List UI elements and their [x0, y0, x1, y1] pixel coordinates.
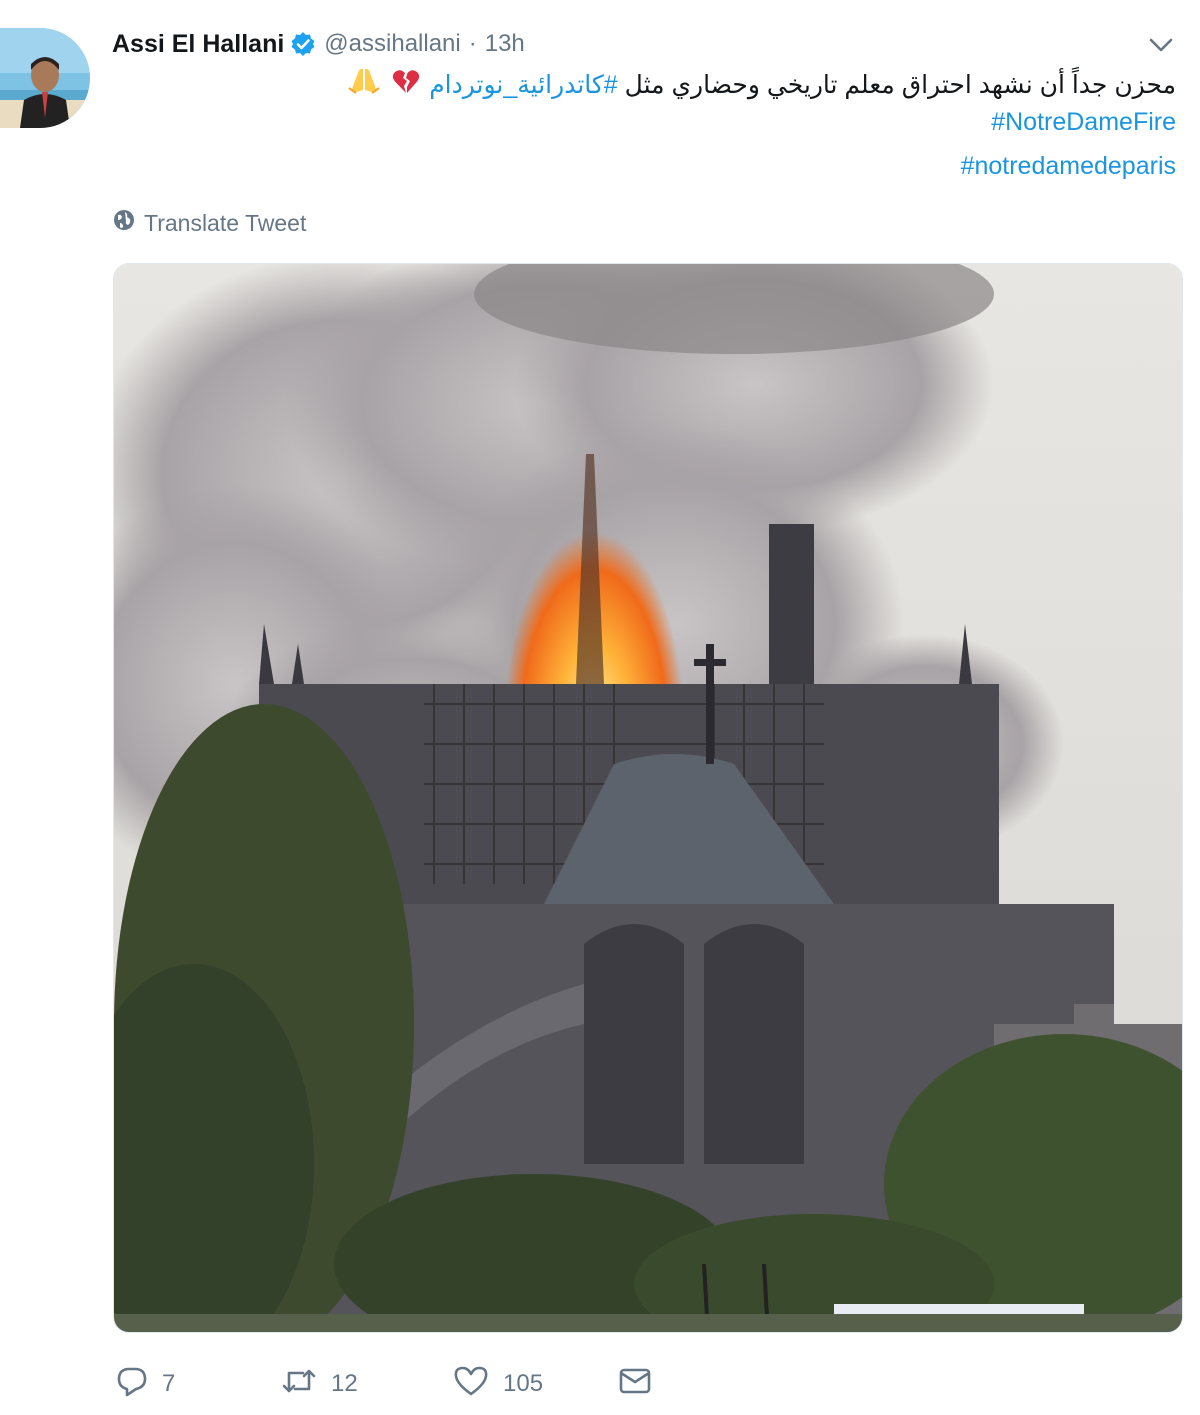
- direct-message-button[interactable]: [618, 1366, 652, 1403]
- verified-badge-icon: [290, 31, 316, 57]
- hashtag-arabic-link[interactable]: #كاتدرائية_نوتردام: [429, 71, 618, 99]
- chevron-down-icon[interactable]: [1148, 36, 1174, 54]
- envelope-icon: [618, 1366, 652, 1403]
- retweet-count: 12: [331, 1370, 358, 1397]
- like-button[interactable]: 105: [453, 1365, 618, 1404]
- timestamp[interactable]: 13h: [485, 30, 525, 58]
- globe-icon: [112, 208, 144, 238]
- retweet-icon: [281, 1365, 317, 1404]
- tweet-text: محزن جداً أن نشهد احتراق معلم تاريخي وحض…: [136, 64, 1176, 107]
- display-name[interactable]: Assi El Hallani: [112, 30, 284, 59]
- heart-icon: [453, 1365, 489, 1404]
- photo-illustration: [114, 264, 1182, 1332]
- tweet-header: Assi El Hallani @assihallani · 13h: [112, 26, 525, 62]
- hashtag-notredamedeparis-link[interactable]: #notredamedeparis: [961, 152, 1176, 181]
- folded-hands-emoji: [347, 65, 381, 107]
- photo-notre-dame-fire[interactable]: [113, 263, 1183, 1333]
- reply-icon: [116, 1365, 148, 1404]
- reply-button[interactable]: 7: [116, 1365, 281, 1404]
- broken-heart-emoji: [392, 65, 420, 107]
- user-handle[interactable]: @assihallani: [324, 30, 460, 58]
- retweet-button[interactable]: 12: [281, 1365, 453, 1404]
- tweet-text-arabic: محزن جداً أن نشهد احتراق معلم تاريخي وحض…: [624, 71, 1176, 99]
- like-count: 105: [503, 1370, 544, 1397]
- reply-count: 7: [162, 1370, 176, 1397]
- separator-dot: ·: [468, 30, 477, 57]
- hashtag-notredamefire-link[interactable]: #NotreDameFire: [991, 108, 1176, 137]
- translate-tweet-label: Translate Tweet: [144, 209, 307, 236]
- avatar[interactable]: [0, 28, 90, 128]
- tweet-action-bar: 7 12 105: [116, 1360, 652, 1408]
- translate-tweet-button[interactable]: Translate Tweet: [112, 208, 306, 238]
